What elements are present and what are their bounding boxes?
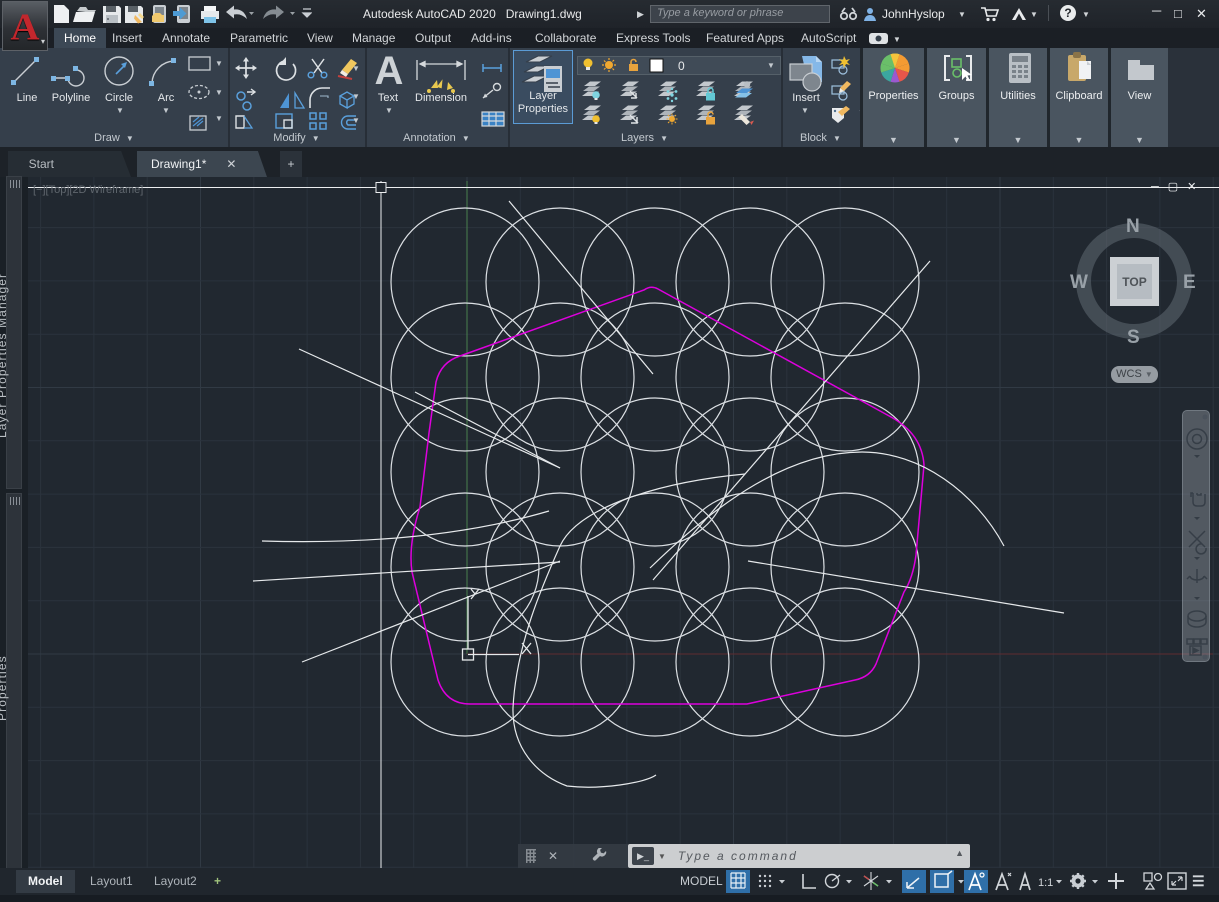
svg-text:▼: ▼ bbox=[893, 35, 899, 44]
svg-text:1:1: 1:1 bbox=[1038, 877, 1053, 889]
